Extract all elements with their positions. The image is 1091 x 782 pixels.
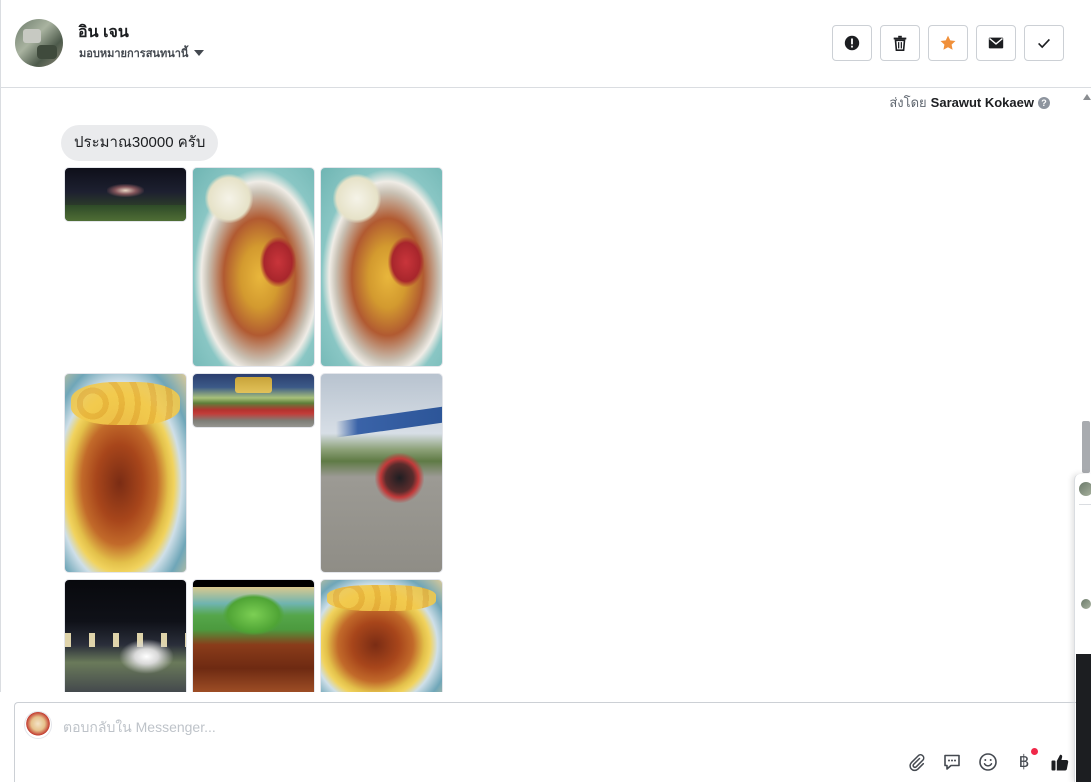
envelope-icon <box>988 37 1004 49</box>
contact-avatar[interactable] <box>15 19 63 67</box>
help-icon[interactable]: ? <box>1038 96 1050 109</box>
composer-tools: ฿ <box>905 748 1071 773</box>
photo-night-lights[interactable] <box>64 579 187 692</box>
paperclip-icon <box>909 754 925 772</box>
scrollbar-thumb[interactable] <box>1082 421 1090 473</box>
contact-avatar-small[interactable] <box>1081 599 1091 609</box>
divider <box>1079 504 1091 505</box>
sent-by-line: ส่งโดย Sarawut Kokaew ? <box>889 92 1050 113</box>
message-bubble[interactable]: ประมาณ30000 ครับ <box>61 125 219 161</box>
delete-button[interactable] <box>880 25 920 61</box>
attach-button[interactable] <box>905 751 927 773</box>
smiley-icon <box>979 753 997 771</box>
scroll-up-arrow-icon[interactable] <box>1083 94 1091 100</box>
inbox-conversation-view: อิน เจน มอบหมายการสนทนานี้ ส่งโดย Sarawu… <box>0 0 1091 782</box>
contact-name[interactable]: อิน เจน <box>78 20 129 45</box>
emoji-button[interactable] <box>977 751 999 773</box>
reply-composer: ฿ <box>14 702 1076 782</box>
chat-sidebar-edge[interactable] <box>1074 474 1091 782</box>
photo-noodle-bowl-2[interactable] <box>320 167 443 367</box>
photo-wonton-bowl-2[interactable] <box>320 579 443 692</box>
dark-panel <box>1076 654 1091 782</box>
page-avatar <box>24 711 52 739</box>
baht-icon: ฿ <box>1018 752 1030 772</box>
alert-icon <box>844 35 860 51</box>
message-thread: ส่งโดย Sarawut Kokaew ? ประมาณ30000 ครับ <box>0 88 1078 692</box>
saved-replies-button[interactable] <box>941 751 963 773</box>
photo-salad-plate[interactable] <box>192 579 315 692</box>
spam-button[interactable] <box>832 25 872 61</box>
trash-icon <box>893 35 907 52</box>
chat-bubble-icon <box>944 754 960 770</box>
star-icon <box>940 35 956 50</box>
reply-input[interactable] <box>63 717 963 737</box>
mark-unread-button[interactable] <box>976 25 1016 61</box>
photo-wonton-bowl[interactable] <box>64 373 187 573</box>
sent-by-label: ส่งโดย <box>889 95 927 110</box>
assign-label: มอบหมายการสนทนานี้ <box>79 48 189 60</box>
photo-night-stall[interactable] <box>64 167 187 222</box>
star-button[interactable] <box>928 25 968 61</box>
sent-by-name[interactable]: Sarawut Kokaew <box>931 95 1034 110</box>
thumbs-up-icon <box>1051 754 1069 771</box>
photo-roadside-stall[interactable] <box>320 373 443 573</box>
payment-button[interactable]: ฿ <box>1013 748 1038 773</box>
check-icon <box>1038 38 1050 49</box>
like-button[interactable] <box>1049 751 1071 773</box>
photo-outdoor-stall[interactable] <box>192 373 315 428</box>
caret-down-icon <box>194 50 205 56</box>
notification-dot <box>1031 748 1038 755</box>
header-actions <box>832 25 1064 61</box>
contact-avatar-small[interactable] <box>1079 482 1091 496</box>
assign-conversation-dropdown[interactable]: มอบหมายการสนทนานี้ <box>79 44 205 62</box>
mark-done-button[interactable] <box>1024 25 1064 61</box>
conversation-header: อิน เจน มอบหมายการสนทนานี้ <box>0 0 1091 88</box>
photo-noodle-bowl[interactable] <box>192 167 315 367</box>
